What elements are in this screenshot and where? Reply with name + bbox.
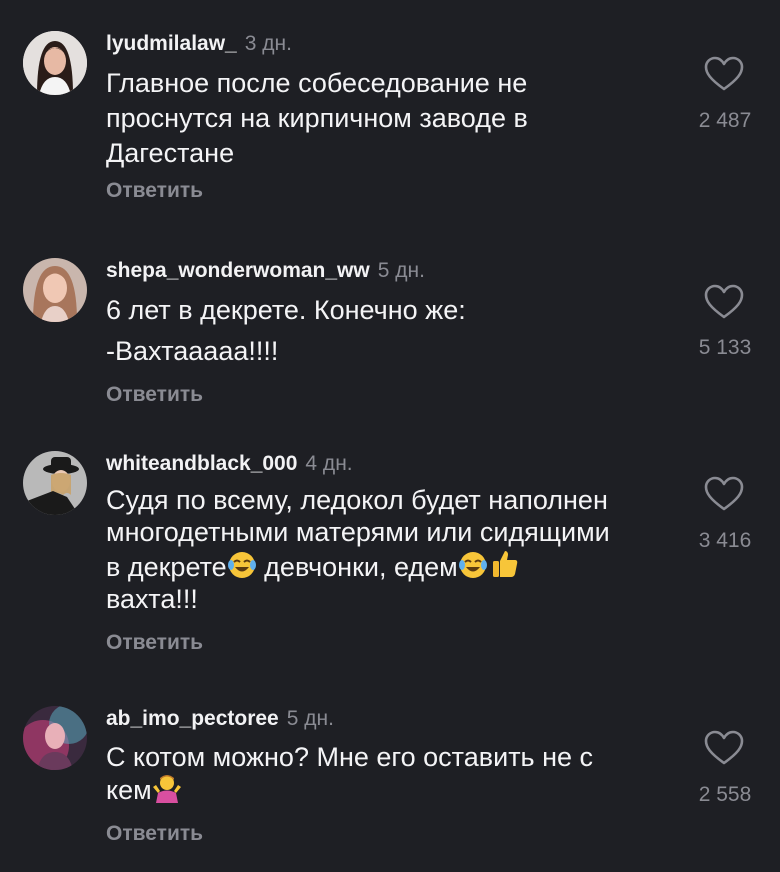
comment-time: 5 дн. <box>286 707 334 730</box>
person-shrugging-emoji-icon <box>152 775 181 803</box>
text-segment: кем <box>106 775 152 805</box>
text-line: С котом можно? Мне его оставить не с <box>106 742 594 772</box>
like-count: 2 558 <box>698 783 752 806</box>
username[interactable]: whiteandblack_000 <box>106 452 297 475</box>
tears-of-joy-emoji-icon <box>458 552 487 578</box>
text-segment: девчонки, едем <box>264 552 458 582</box>
text-line-with-emoji: кем <box>106 773 666 806</box>
comment-time: 3 дн. <box>244 32 292 55</box>
comment-text: 6 лет в декрете. Конечно же: -Вахтааааа!… <box>106 293 666 369</box>
avatar-woman-dark-hair-icon <box>23 31 87 95</box>
avatar-woman-light-hair-icon <box>23 258 87 322</box>
comment-meta: whiteandblack_000 4 дн. <box>106 452 353 476</box>
tears-of-joy-emoji-icon <box>227 552 256 578</box>
text-line: многодетными матерями или сидящими <box>106 517 610 547</box>
text-line: вахта!!! <box>106 584 198 614</box>
comment-meta: ab_imo_pectoree 5 дн. <box>106 707 334 731</box>
comment-time: 4 дн. <box>305 452 353 475</box>
reply-button[interactable]: Ответить <box>106 179 203 203</box>
like-count: 2 487 <box>698 109 752 132</box>
heart-icon[interactable] <box>704 56 744 92</box>
heart-icon[interactable] <box>704 730 744 766</box>
text-line: Главное после собеседование не <box>106 68 528 98</box>
username[interactable]: lyudmilalaw_ <box>106 32 237 55</box>
text-segment: в декрете <box>106 552 227 582</box>
username[interactable]: ab_imo_pectoree <box>106 707 279 730</box>
comment-text: Судя по всему, ледокол будет наполнен мн… <box>106 484 666 615</box>
text-line: -Вахтааааа!!!! <box>106 336 279 366</box>
comment-time: 5 дн. <box>377 259 425 282</box>
comment-meta: lyudmilalaw_ 3 дн. <box>106 32 292 56</box>
text-line: 6 лет в декрете. Конечно же: <box>106 295 466 325</box>
text-line: Дагестане <box>106 138 235 168</box>
avatar-woman-hat-icon <box>23 451 87 515</box>
text-line: проснутся на кирпичном заводе в <box>106 103 528 133</box>
reply-button[interactable]: Ответить <box>106 822 203 846</box>
text-line: Судя по всему, ледокол будет наполнен <box>106 485 608 515</box>
text-line-with-emoji: в декрете девчонки, едем <box>106 548 666 583</box>
comment-text: Главное после собеседование не проснутся… <box>106 66 666 171</box>
like-count: 5 133 <box>698 336 752 359</box>
user-avatar[interactable] <box>23 31 87 95</box>
user-avatar[interactable] <box>23 451 87 515</box>
thumbs-up-emoji-icon <box>492 551 517 577</box>
user-avatar[interactable] <box>23 258 87 322</box>
reply-button[interactable]: Ответить <box>106 631 203 655</box>
comment-text: С котом можно? Мне его оставить не с кем <box>106 741 666 806</box>
user-avatar[interactable] <box>23 706 87 770</box>
heart-icon[interactable] <box>704 476 744 512</box>
reply-button[interactable]: Ответить <box>106 383 203 407</box>
like-count: 3 416 <box>698 529 752 552</box>
username[interactable]: shepa_wonderwoman_ww <box>106 259 370 282</box>
heart-icon[interactable] <box>704 284 744 320</box>
avatar-woman-pink-light-icon <box>23 706 87 770</box>
comment-meta: shepa_wonderwoman_ww 5 дн. <box>106 259 425 283</box>
